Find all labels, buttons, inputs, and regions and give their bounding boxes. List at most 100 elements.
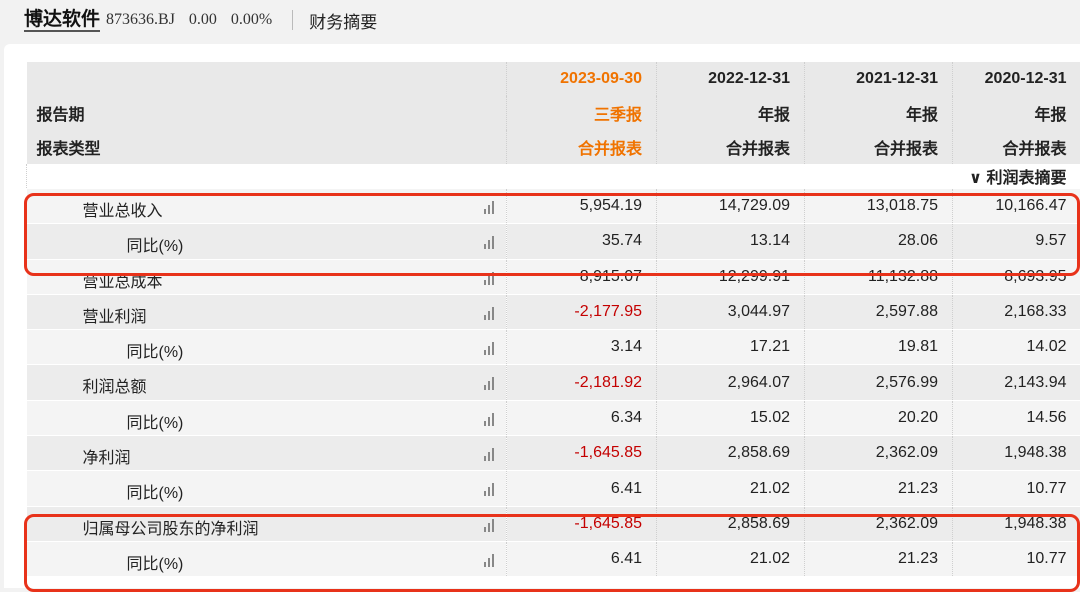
value-cell: -2,177.95	[507, 294, 657, 329]
value-cell: 3,044.97	[657, 294, 805, 329]
value-cell: 20.20	[805, 400, 953, 435]
row-label-cell: 营业利润	[27, 294, 507, 329]
table-row: 同比(%)35.7413.1428.069.57	[27, 224, 1080, 259]
value-cell: -1,645.85	[507, 436, 657, 471]
bar-chart-icon[interactable]	[484, 235, 494, 249]
value-cell: 2,143.94	[953, 365, 1080, 400]
value-cell: 9.57	[953, 224, 1080, 259]
bar-chart-icon[interactable]	[484, 412, 494, 426]
column-date[interactable]: 2022-12-31	[657, 62, 805, 96]
row-label-cell: 同比(%)	[27, 224, 507, 259]
row-label: 同比(%)	[127, 550, 184, 574]
column-report-type: 合并报表	[507, 130, 657, 164]
table-row: 归属母公司股东的净利润 -1,645.852,858.692,362.091,94…	[27, 506, 1080, 541]
row-label-cell: 归属母公司股东的净利润	[27, 506, 507, 541]
row-label: 利润总额	[83, 373, 147, 397]
value-cell: 1,948.38	[953, 506, 1080, 541]
column-period: 年报	[953, 96, 1080, 130]
value-cell: 21.23	[805, 471, 953, 506]
row-label-report-type: 报表类型	[27, 130, 507, 164]
column-report-type: 合并报表	[953, 130, 1080, 164]
bar-chart-icon[interactable]	[484, 553, 494, 567]
value-cell: 17.21	[657, 330, 805, 365]
value-cell: 3.14	[507, 330, 657, 365]
bar-chart-icon[interactable]	[484, 306, 494, 320]
bar-chart-icon[interactable]	[484, 376, 494, 390]
table-row: 净利润-1,645.852,858.692,362.091,948.38	[27, 436, 1080, 471]
row-label: 同比(%)	[127, 232, 184, 256]
stock-name-link[interactable]: 博达软件	[24, 8, 100, 32]
row-label-cell: 营业总收入	[27, 189, 507, 224]
value-cell: 8,915.07	[507, 259, 657, 294]
value-cell: 10.77	[953, 541, 1080, 576]
section-toggle-income-statement[interactable]: ∨ 利润表摘要	[27, 164, 1080, 189]
value-cell: 14.56	[953, 400, 1080, 435]
row-label: 净利润	[83, 444, 131, 468]
value-cell: -1,645.85	[507, 506, 657, 541]
table-row: 同比(%)6.3415.0220.2014.56	[27, 400, 1080, 435]
value-cell: 8,693.95	[953, 259, 1080, 294]
value-cell: 11,132.88	[805, 259, 953, 294]
table-row: 营业总收入5,954.1914,729.0913,018.7510,166.47	[27, 189, 1080, 224]
value-cell: 6.41	[507, 471, 657, 506]
bar-chart-icon[interactable]	[484, 200, 494, 214]
header-bar: 博达软件 873636.BJ 0.00 0.00% 财务摘要	[0, 0, 1080, 40]
column-date[interactable]: 2021-12-31	[805, 62, 953, 96]
value-cell: 2,168.33	[953, 294, 1080, 329]
value-cell: 21.02	[657, 541, 805, 576]
bar-chart-icon[interactable]	[484, 271, 494, 285]
table-row: 同比(%)3.1417.2119.8114.02	[27, 330, 1080, 365]
stock-code: 873636.BJ	[106, 11, 175, 29]
value-cell: 15.02	[657, 400, 805, 435]
column-date[interactable]: 2023-09-30	[507, 62, 657, 96]
chevron-down-icon: ∨	[969, 170, 986, 187]
stock-change: 0.00%	[231, 11, 272, 29]
value-cell: 2,858.69	[657, 436, 805, 471]
value-cell: 2,576.99	[805, 365, 953, 400]
financial-summary-table: 2023-09-30 2022-12-31 2021-12-31 2020-12…	[26, 62, 1080, 577]
value-cell: 19.81	[805, 330, 953, 365]
row-label: 归属母公司股东的净利润	[83, 515, 259, 539]
value-cell: 2,362.09	[805, 436, 953, 471]
financial-summary-table-wrap: 2023-09-30 2022-12-31 2021-12-31 2020-12…	[26, 62, 1080, 588]
header-corner	[27, 62, 507, 96]
bar-chart-icon[interactable]	[484, 482, 494, 496]
column-report-type: 合并报表	[805, 130, 953, 164]
section-title: 利润表摘要	[986, 170, 1066, 187]
column-period: 年报	[657, 96, 805, 130]
row-label-cell: 同比(%)	[27, 541, 507, 576]
row-label: 营业总收入	[83, 197, 163, 221]
column-date[interactable]: 2020-12-31	[953, 62, 1080, 96]
value-cell: 5,954.19	[507, 189, 657, 224]
value-cell: 2,964.07	[657, 365, 805, 400]
value-cell: 14.02	[953, 330, 1080, 365]
stock-price: 0.00	[189, 11, 217, 29]
value-cell: 12,299.91	[657, 259, 805, 294]
value-cell: 13.14	[657, 224, 805, 259]
row-label-cell: 营业总成本	[27, 259, 507, 294]
value-cell: 21.02	[657, 471, 805, 506]
bar-chart-icon[interactable]	[484, 341, 494, 355]
value-cell: 2,858.69	[657, 506, 805, 541]
value-cell: 10,166.47	[953, 189, 1080, 224]
value-cell: 2,362.09	[805, 506, 953, 541]
value-cell: 21.23	[805, 541, 953, 576]
table-row: 营业利润-2,177.953,044.972,597.882,168.33	[27, 294, 1080, 329]
row-label-cell: 同比(%)	[27, 400, 507, 435]
table-row: 利润总额-2,181.922,964.072,576.992,143.94	[27, 365, 1080, 400]
row-label: 同比(%)	[127, 479, 184, 503]
row-label: 营业总成本	[83, 268, 163, 292]
row-label: 同比(%)	[127, 409, 184, 433]
value-cell: 13,018.75	[805, 189, 953, 224]
row-label-period: 报告期	[27, 96, 507, 130]
bar-chart-icon[interactable]	[484, 447, 494, 461]
value-cell: 10.77	[953, 471, 1080, 506]
value-cell: 6.41	[507, 541, 657, 576]
table-row: 同比(%) 6.4121.0221.2310.77	[27, 471, 1080, 506]
row-label-cell: 净利润	[27, 436, 507, 471]
bar-chart-icon[interactable]	[484, 518, 494, 532]
row-label-cell: 利润总额	[27, 365, 507, 400]
row-label-cell: 同比(%)	[27, 330, 507, 365]
value-cell: 35.74	[507, 224, 657, 259]
column-period: 年报	[805, 96, 953, 130]
